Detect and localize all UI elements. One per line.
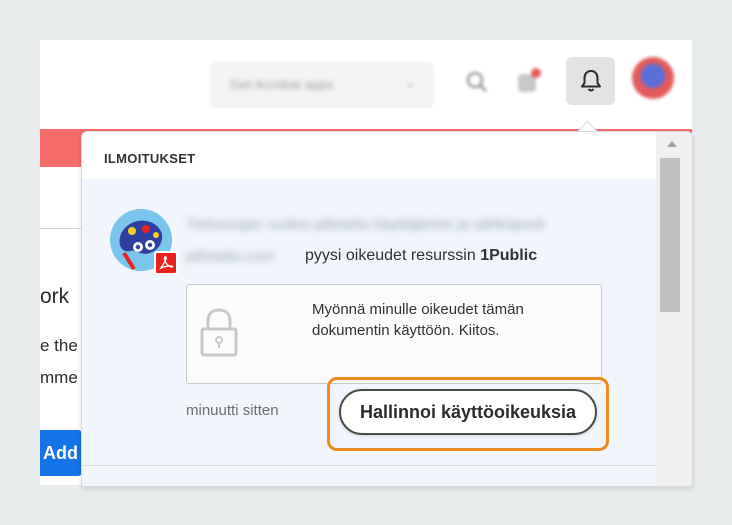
app-switcher-label: Get Acrobat apps	[230, 77, 334, 92]
request-action: pyysi oikeudet resurssin	[305, 247, 481, 264]
request-message-box: Myönnä minulle oikeudet tämän dokumentin…	[186, 284, 602, 384]
background-heading: ork	[40, 285, 70, 308]
scrollbar[interactable]	[656, 132, 692, 486]
request-message: Myönnä minulle oikeudet tämän dokumentin…	[312, 301, 524, 339]
popover-header: ILMOITUKSET	[82, 132, 656, 179]
sender-email-redacted: piilotettu.com	[186, 248, 275, 265]
resource-name: 1Public	[480, 247, 538, 264]
manage-permissions-button[interactable]: Hallinnoi käyttöoikeuksia	[339, 389, 597, 435]
request-text: pyysi oikeudet resurssin 1Public	[305, 247, 537, 265]
divider	[40, 228, 82, 229]
user-avatar[interactable]	[632, 57, 674, 99]
top-bar: Get Acrobat apps ⌄	[40, 40, 692, 128]
notification-item: Tietosuojan vuoksi piilotettu käyttäjäni…	[82, 179, 656, 486]
background-text: e the	[40, 336, 78, 355]
sender-name-redacted: Tietosuojan vuoksi piilotettu käyttäjäni…	[186, 216, 545, 233]
timestamp: minuutti sitten	[186, 402, 279, 419]
search-icon[interactable]	[461, 66, 493, 98]
chevron-down-icon: ⌄	[405, 75, 416, 90]
scrollbar-thumb[interactable]	[660, 158, 680, 312]
background-text: mme	[40, 368, 78, 387]
divider	[82, 465, 656, 466]
bell-icon	[581, 70, 601, 92]
notifications-popover: ILMOITUKSET Tietosuojan vuoksi piilotett…	[81, 131, 693, 487]
notifications-button[interactable]	[566, 57, 615, 105]
apps-icon[interactable]	[512, 66, 544, 98]
lock-icon	[200, 308, 238, 357]
pdf-icon	[154, 251, 178, 275]
add-button[interactable]: Add	[40, 430, 82, 476]
app-switcher-dropdown[interactable]: Get Acrobat apps ⌄	[210, 62, 434, 108]
scroll-up-arrow-icon[interactable]	[667, 141, 677, 147]
popover-title: ILMOITUKSET	[104, 151, 196, 166]
